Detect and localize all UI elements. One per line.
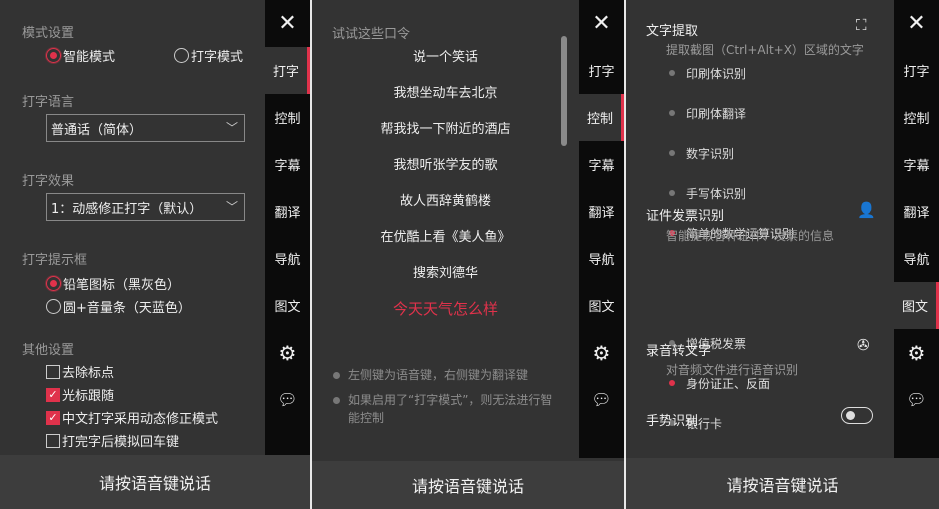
mode-section-title: 模式设置 <box>22 26 75 41</box>
tab-typing[interactable]: 打字 <box>265 47 310 94</box>
tab-image-text[interactable]: 图文 <box>894 282 939 329</box>
tab-control[interactable]: 控制 <box>894 94 939 141</box>
id-invoice-subtitle: 智能提取各种证件、发票的信息 <box>666 229 835 243</box>
sidebar: ✕ 打字 控制 字幕 翻译 导航 图文 ⚙ 💬︎ <box>579 0 624 458</box>
image-text-content: 文字提取 ⛶ 提取截图（Ctrl+Alt+X）区域的文字 印刷体识别 印刷体翻译数… <box>626 0 894 457</box>
tab-control[interactable]: 控制 <box>579 94 624 141</box>
gear-icon[interactable]: ⚙ <box>265 329 310 376</box>
radio-label: 智能模式 <box>63 50 116 65</box>
prompt-pencil-radio[interactable]: 铅笔图标（黑灰色） <box>46 274 180 293</box>
image-text-panel: 文字提取 ⛶ 提取截图（Ctrl+Alt+X）区域的文字 印刷体识别 印刷体翻译数… <box>626 0 939 509</box>
command-item[interactable]: 说一个笑话 <box>312 46 579 65</box>
language-section-title: 打字语言 <box>22 95 75 110</box>
close-icon[interactable]: ✕ <box>265 0 310 47</box>
effect-select-value: 1：动感修正打字（默认） <box>51 201 203 217</box>
other-setting-checkbox[interactable]: ✓ 光标跟随 <box>46 385 114 404</box>
audio-subtitle: 对音频文件进行语音识别 <box>666 363 799 377</box>
checkbox-checked-icon: ✓ <box>46 410 60 425</box>
voice-key-hint-bar[interactable]: 请按语音键说话 <box>312 461 624 509</box>
tab-translate[interactable]: 翻译 <box>265 188 310 235</box>
commands-title: 试试这些口令 <box>332 27 411 42</box>
control-panel: 试试这些口令 说一个笑话我想坐动车去北京 帮我找一下附近的酒店 我想听张学友的歌 故人… <box>312 0 624 509</box>
note-item: 左侧键为语音键，右侧键为翻译键 <box>332 366 562 384</box>
note-item: 如果启用了“打字模式”，则无法进行智能控制 <box>332 391 562 427</box>
ocr-subtitle: 提取截图（Ctrl+Alt+X）区域的文字 <box>666 43 864 57</box>
screenshot-text-icon[interactable]: ⛶ <box>856 16 867 34</box>
radio-label: 打字模式 <box>191 50 244 65</box>
radio-unchecked-icon <box>174 48 189 63</box>
gesture-title: 手势识别 <box>646 414 699 429</box>
other-section-title: 其他设置 <box>22 343 75 358</box>
tab-navigation[interactable]: 导航 <box>894 235 939 282</box>
language-select[interactable]: 普通话（简体） ﹀ <box>46 114 245 142</box>
radio-label: 铅笔图标（黑灰色） <box>63 278 181 293</box>
radio-unchecked-icon <box>46 299 61 314</box>
other-setting-checkbox[interactable]: 去除标点 <box>46 362 114 381</box>
effect-section-title: 打字效果 <box>22 174 75 189</box>
ocr-title: 文字提取 <box>646 24 699 39</box>
radio-checked-icon <box>46 276 61 291</box>
user-icon[interactable]: 👤 <box>857 201 876 219</box>
command-item[interactable]: 在优酷上看《美人鱼》 <box>312 226 579 245</box>
tab-subtitle[interactable]: 字幕 <box>265 141 310 188</box>
chevron-down-icon: ﹀ <box>225 200 238 214</box>
checkbox-checked-icon: ✓ <box>46 387 60 402</box>
tab-navigation[interactable]: 导航 <box>265 235 310 282</box>
other-setting-checkbox[interactable]: 打完字后模拟回车键 <box>46 431 179 450</box>
radio-checked-icon <box>46 48 61 63</box>
chat-bubble-icon[interactable]: 💬︎ <box>894 376 939 423</box>
tab-subtitle[interactable]: 字幕 <box>579 141 624 188</box>
typing-settings-panel: 模式设置 智能模式 打字模式 打字语言 普通话（简体） ﹀ 打字效果 1：动感修正… <box>0 0 310 509</box>
other-setting-checkbox[interactable]: ✓ 中文打字采用动态修正模式 <box>46 408 218 427</box>
tab-typing[interactable]: 打字 <box>579 47 624 94</box>
id-invoice-title: 证件发票识别 <box>646 209 725 224</box>
effect-select[interactable]: 1：动感修正打字（默认） ﹀ <box>46 193 245 221</box>
close-icon[interactable]: ✕ <box>894 0 939 47</box>
command-item[interactable]: 帮我找一下附近的酒店 <box>312 118 579 137</box>
voice-key-hint-bar[interactable]: 请按语音键说话 <box>0 455 310 509</box>
scrollbar-thumb[interactable] <box>561 36 567 146</box>
gear-icon[interactable]: ⚙ <box>894 329 939 376</box>
checkbox-label: 光标跟随 <box>62 389 115 404</box>
command-item[interactable]: 我想听张学友的歌 <box>312 154 579 173</box>
checkbox-label: 去除标点 <box>62 366 115 381</box>
checkbox-unchecked-icon <box>46 433 60 448</box>
tab-translate[interactable]: 翻译 <box>579 188 624 235</box>
chat-bubble-icon[interactable]: 💬︎ <box>579 376 624 423</box>
checkbox-label: 打完字后模拟回车键 <box>62 435 180 450</box>
command-item[interactable]: 故人西辞黄鹤楼 <box>312 190 579 209</box>
chat-bubble-icon[interactable]: 💬︎ <box>265 376 310 423</box>
chevron-down-icon: ﹀ <box>225 121 238 135</box>
film-reel-icon[interactable]: ✇ <box>857 336 870 354</box>
radio-label: 圆+音量条（天蓝色） <box>63 301 191 316</box>
gesture-toggle[interactable] <box>841 407 873 424</box>
language-select-value: 普通话（简体） <box>51 122 143 138</box>
command-item[interactable]: 今天天气怎么样 <box>312 298 579 319</box>
tab-image-text[interactable]: 图文 <box>265 282 310 329</box>
tab-subtitle[interactable]: 字幕 <box>894 141 939 188</box>
prompt-section-title: 打字提示框 <box>22 253 88 268</box>
tab-typing[interactable]: 打字 <box>894 47 939 94</box>
mode-typing-radio[interactable]: 打字模式 <box>174 46 243 65</box>
tab-navigation[interactable]: 导航 <box>579 235 624 282</box>
tab-translate[interactable]: 翻译 <box>894 188 939 235</box>
checkbox-unchecked-icon <box>46 364 60 379</box>
gear-icon[interactable]: ⚙ <box>579 329 624 376</box>
sidebar: ✕ 打字 控制 字幕 翻译 导航 图文 ⚙ 💬︎ <box>894 0 939 458</box>
checkbox-label: 中文打字采用动态修正模式 <box>62 412 219 427</box>
command-item[interactable]: 搜索刘德华 <box>312 262 579 281</box>
voice-key-hint-bar[interactable]: 请按语音键说话 <box>626 458 939 509</box>
control-content: 试试这些口令 说一个笑话我想坐动车去北京 帮我找一下附近的酒店 我想听张学友的歌 故人… <box>312 0 579 457</box>
audio-title: 录音转文字 <box>646 344 712 359</box>
prompt-circle-radio[interactable]: 圆+音量条（天蓝色） <box>46 297 191 316</box>
tab-image-text[interactable]: 图文 <box>579 282 624 329</box>
command-item[interactable]: 我想坐动车去北京 <box>312 82 579 101</box>
typing-settings-content: 模式设置 智能模式 打字模式 打字语言 普通话（简体） ﹀ 打字效果 1：动感修正… <box>0 0 265 457</box>
tab-control[interactable]: 控制 <box>265 94 310 141</box>
sidebar: ✕ 打字 控制 字幕 翻译 导航 图文 ⚙ 💬︎ <box>265 0 310 458</box>
close-icon[interactable]: ✕ <box>579 0 624 47</box>
mode-smart-radio[interactable]: 智能模式 <box>46 46 115 65</box>
